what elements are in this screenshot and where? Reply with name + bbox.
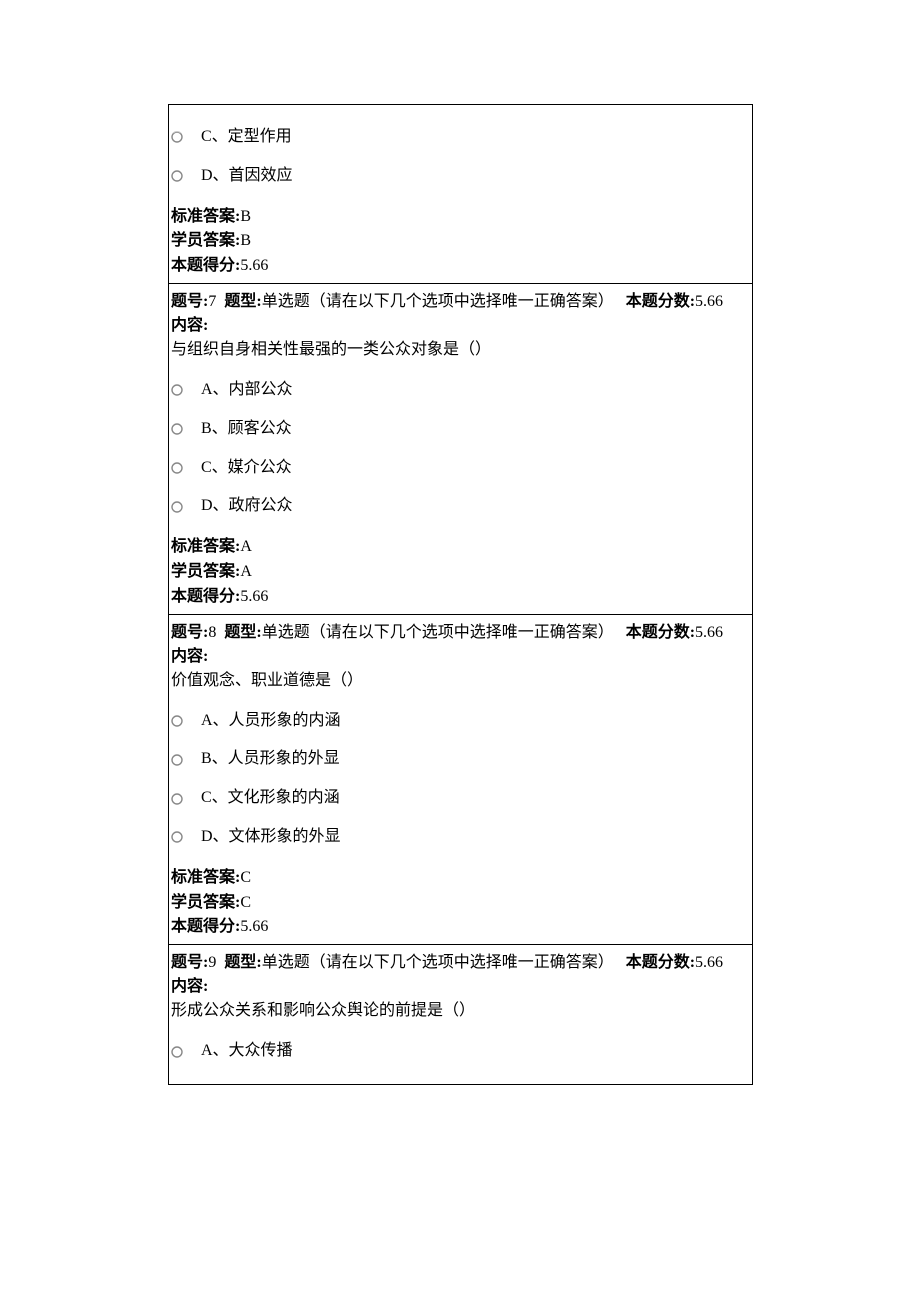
- option-row[interactable]: C、文化形象的内涵: [171, 788, 750, 809]
- stu-answer-value: A: [240, 563, 252, 580]
- option-text: C、定型作用: [201, 127, 292, 148]
- qno-value: 8: [208, 624, 216, 641]
- qtype-value: 单选题（请在以下几个选项中选择唯一正确答案）: [262, 624, 614, 641]
- score-label: 本题分数:: [626, 624, 695, 641]
- quiz-table: C、定型作用 D、首因效应 标准答案:B 学员答案:B 本题得分:5.66: [168, 104, 753, 1085]
- option-row[interactable]: D、政府公众: [171, 496, 750, 517]
- option-row[interactable]: A、内部公众: [171, 380, 750, 401]
- option-text: D、政府公众: [201, 496, 293, 517]
- std-answer-value: C: [240, 869, 251, 886]
- radio-icon[interactable]: [171, 170, 183, 182]
- stu-answer-value: B: [240, 232, 251, 249]
- earned-label: 本题得分:: [171, 588, 240, 605]
- qno-label: 题号:: [171, 624, 208, 641]
- stu-answer-label: 学员答案:: [171, 563, 240, 580]
- qtype-label: 题型:: [224, 624, 261, 641]
- qno-label: 题号:: [171, 954, 208, 971]
- score-value: 5.66: [695, 293, 723, 310]
- question-text: 与组织自身相关性最强的一类公众对象是（）: [171, 338, 750, 362]
- question-text: 价值观念、职业道德是（）: [171, 669, 750, 693]
- std-answer-value: A: [240, 538, 252, 555]
- content-label: 内容:: [171, 314, 750, 338]
- option-row[interactable]: C、定型作用: [171, 127, 750, 148]
- radio-icon[interactable]: [171, 384, 183, 396]
- qno-label: 题号:: [171, 293, 208, 310]
- option-text: B、人员形象的外显: [201, 749, 340, 770]
- radio-icon[interactable]: [171, 131, 183, 143]
- question-cell-prev: C、定型作用 D、首因效应 标准答案:B 学员答案:B 本题得分:5.66: [169, 105, 752, 283]
- option-text: A、人员形象的内涵: [201, 711, 341, 732]
- radio-icon[interactable]: [171, 831, 183, 843]
- stu-answer-value: C: [240, 894, 251, 911]
- score-value: 5.66: [695, 954, 723, 971]
- earned-value: 5.66: [240, 918, 268, 935]
- question-header: 题号:8 题型:单选题（请在以下几个选项中选择唯一正确答案） 本题分数:5.66: [171, 619, 750, 645]
- qno-value: 9: [208, 954, 216, 971]
- qtype-label: 题型:: [224, 954, 261, 971]
- std-answer-label: 标准答案:: [171, 869, 240, 886]
- earned-value: 5.66: [240, 588, 268, 605]
- content-label: 内容:: [171, 975, 750, 999]
- score-value: 5.66: [695, 624, 723, 641]
- question-text: 形成公众关系和影响公众舆论的前提是（）: [171, 999, 750, 1023]
- option-row[interactable]: A、人员形象的内涵: [171, 711, 750, 732]
- qtype-value: 单选题（请在以下几个选项中选择唯一正确答案）: [262, 293, 614, 310]
- option-text: C、文化形象的内涵: [201, 788, 340, 809]
- option-row[interactable]: C、媒介公众: [171, 458, 750, 479]
- option-text: A、内部公众: [201, 380, 293, 401]
- option-text: A、大众传播: [201, 1041, 293, 1062]
- radio-icon[interactable]: [171, 793, 183, 805]
- option-text: D、首因效应: [201, 166, 293, 187]
- option-row[interactable]: D、文体形象的外显: [171, 827, 750, 848]
- question-header: 题号:7 题型:单选题（请在以下几个选项中选择唯一正确答案） 本题分数:5.66: [171, 288, 750, 314]
- option-row[interactable]: B、人员形象的外显: [171, 749, 750, 770]
- qtype-value: 单选题（请在以下几个选项中选择唯一正确答案）: [262, 954, 614, 971]
- radio-icon[interactable]: [171, 462, 183, 474]
- stu-answer-label: 学员答案:: [171, 894, 240, 911]
- option-text: D、文体形象的外显: [201, 827, 341, 848]
- option-row[interactable]: D、首因效应: [171, 166, 750, 187]
- stu-answer-label: 学员答案:: [171, 232, 240, 249]
- qtype-label: 题型:: [224, 293, 261, 310]
- answer-block: 标准答案:A 学员答案:A 本题得分:5.66: [171, 535, 750, 609]
- earned-value: 5.66: [240, 257, 268, 274]
- question-header: 题号:9 题型:单选题（请在以下几个选项中选择唯一正确答案） 本题分数:5.66: [171, 949, 750, 975]
- answer-block: 标准答案:B 学员答案:B 本题得分:5.66: [171, 205, 750, 279]
- page: C、定型作用 D、首因效应 标准答案:B 学员答案:B 本题得分:5.66: [0, 0, 920, 1302]
- radio-icon[interactable]: [171, 423, 183, 435]
- question-cell-9: 题号:9 题型:单选题（请在以下几个选项中选择唯一正确答案） 本题分数:5.66…: [169, 945, 752, 1084]
- radio-icon[interactable]: [171, 1046, 183, 1058]
- question-cell-8: 题号:8 题型:单选题（请在以下几个选项中选择唯一正确答案） 本题分数:5.66…: [169, 615, 752, 945]
- question-cell-7: 题号:7 题型:单选题（请在以下几个选项中选择唯一正确答案） 本题分数:5.66…: [169, 284, 752, 614]
- qno-value: 7: [208, 293, 216, 310]
- score-label: 本题分数:: [626, 293, 695, 310]
- earned-label: 本题得分:: [171, 257, 240, 274]
- radio-icon[interactable]: [171, 715, 183, 727]
- option-text: B、顾客公众: [201, 419, 292, 440]
- std-answer-label: 标准答案:: [171, 208, 240, 225]
- score-label: 本题分数:: [626, 954, 695, 971]
- option-row[interactable]: A、大众传播: [171, 1041, 750, 1062]
- std-answer-label: 标准答案:: [171, 538, 240, 555]
- earned-label: 本题得分:: [171, 918, 240, 935]
- radio-icon[interactable]: [171, 754, 183, 766]
- option-text: C、媒介公众: [201, 458, 292, 479]
- answer-block: 标准答案:C 学员答案:C 本题得分:5.66: [171, 866, 750, 940]
- radio-icon[interactable]: [171, 501, 183, 513]
- option-row[interactable]: B、顾客公众: [171, 419, 750, 440]
- std-answer-value: B: [240, 208, 251, 225]
- content-label: 内容:: [171, 645, 750, 669]
